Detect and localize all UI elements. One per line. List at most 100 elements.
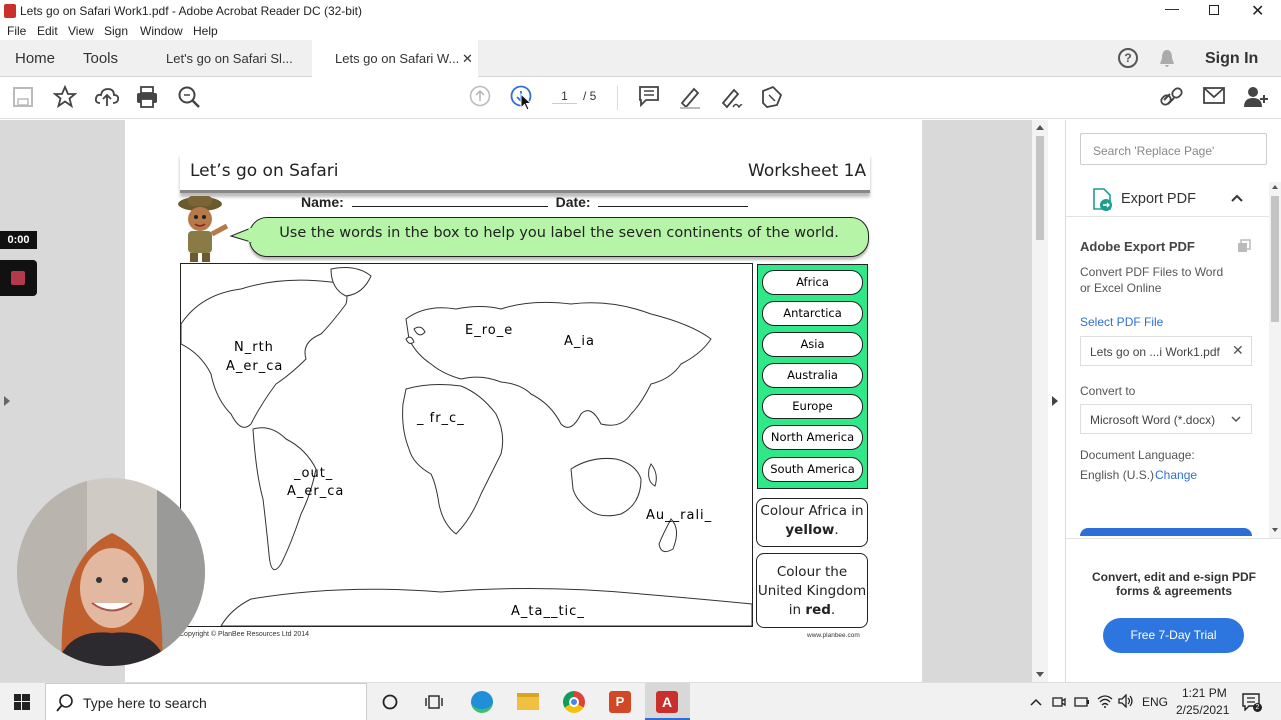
- word-europe: Europe: [762, 394, 863, 419]
- stamp-tools-icon[interactable]: [760, 85, 784, 109]
- scroll-up-icon[interactable]: [1035, 124, 1045, 131]
- label-antarctica: A_ta__tic_: [511, 604, 585, 619]
- task-uk-line1: Colour the: [776, 564, 848, 580]
- chrome-browser-icon[interactable]: [563, 691, 585, 713]
- record-stop-button[interactable]: [0, 260, 37, 296]
- tab-document-1[interactable]: Let's go on Safari Sl...: [166, 40, 293, 77]
- page-total: / 5: [583, 89, 597, 103]
- webcam-bubble[interactable]: [17, 478, 205, 666]
- edge-browser-icon[interactable]: [471, 691, 493, 713]
- label-south-america-2: A_er_ca: [287, 484, 345, 499]
- chevron-down-icon[interactable]: [1231, 416, 1241, 423]
- free-trial-button[interactable]: Free 7-Day Trial: [1103, 618, 1244, 653]
- wifi-icon[interactable]: [1097, 694, 1113, 708]
- right-panel-collapse-icon[interactable]: [1051, 395, 1059, 407]
- adobe-export-heading: Adobe Export PDF: [1080, 239, 1195, 254]
- task-africa-box: Colour Africa in yellow.: [756, 498, 868, 547]
- select-pdf-label[interactable]: Select PDF File: [1080, 315, 1163, 329]
- change-language-link[interactable]: Change: [1155, 468, 1197, 482]
- highlight-pen-icon[interactable]: [678, 85, 702, 109]
- tab-home[interactable]: Home: [15, 40, 55, 77]
- remove-file-icon[interactable]: ✕: [1232, 342, 1244, 359]
- document-scrollbar[interactable]: [1032, 120, 1048, 682]
- menu-file[interactable]: File: [7, 24, 26, 38]
- clock-time[interactable]: 1:21 PM: [1182, 686, 1227, 700]
- tab-tools[interactable]: Tools: [83, 40, 118, 77]
- bookmark-star-icon[interactable]: [53, 85, 77, 109]
- chevron-up-icon[interactable]: [1231, 194, 1243, 202]
- battery-icon[interactable]: [1074, 697, 1090, 707]
- meet-now-icon[interactable]: [1052, 695, 1066, 709]
- left-panel-toggle-icon[interactable]: [3, 395, 11, 407]
- pdf-page: Let’s go on Safari Worksheet 1A Name: Da…: [125, 120, 922, 682]
- date-label: Date:: [555, 194, 591, 210]
- copy-icon[interactable]: [1237, 239, 1251, 253]
- world-map-outline: [181, 267, 752, 626]
- clock-date[interactable]: 2/25/2021: [1176, 703, 1229, 717]
- mouse-cursor-icon: [520, 93, 532, 111]
- document-language-value: English (U.S.): [1080, 468, 1155, 482]
- website-text: www.planbee.com: [807, 632, 860, 639]
- help-icon[interactable]: ?: [1118, 48, 1138, 68]
- pane-search-input[interactable]: Search 'Replace Page': [1080, 133, 1267, 165]
- print-icon[interactable]: [135, 85, 159, 109]
- email-icon[interactable]: [1203, 87, 1225, 105]
- restore-button[interactable]: [1209, 5, 1219, 15]
- close-window-button[interactable]: ✕: [1251, 1, 1264, 21]
- minimize-button[interactable]: —: [1165, 0, 1179, 16]
- menu-sign[interactable]: Sign: [104, 24, 128, 38]
- date-field[interactable]: [598, 206, 749, 207]
- task-uk-colour: red: [805, 602, 831, 618]
- notification-badge: 2: [1253, 703, 1262, 712]
- search-icon: [56, 694, 73, 712]
- fill-sign-icon[interactable]: [719, 85, 743, 109]
- name-field[interactable]: [351, 206, 548, 207]
- instruction-text: Use the words in the box to help you lab…: [279, 225, 839, 241]
- windows-start-icon[interactable]: [14, 694, 30, 710]
- task-view-icon[interactable]: [425, 694, 443, 710]
- notification-bell-icon[interactable]: [1159, 49, 1175, 69]
- menu-window[interactable]: Window: [140, 24, 183, 38]
- input-language[interactable]: ENG: [1142, 695, 1168, 709]
- sign-in-link[interactable]: Sign In: [1205, 40, 1258, 77]
- selected-file-field[interactable]: Lets go on ...i Work1.pdf: [1080, 336, 1252, 366]
- save-icon[interactable]: [13, 87, 33, 107]
- page-number-input[interactable]: 1: [552, 89, 577, 104]
- word-antarctica: Antarctica: [762, 301, 863, 326]
- cortana-icon[interactable]: [382, 694, 398, 710]
- menu-edit[interactable]: Edit: [37, 24, 58, 38]
- menu-view[interactable]: View: [68, 24, 94, 38]
- upload-cloud-icon[interactable]: [94, 85, 120, 109]
- convert-format-value: Microsoft Word (*.docx): [1090, 413, 1216, 427]
- tab-bar: Home Tools Let's go on Safari Sl... Lets…: [0, 40, 1281, 77]
- export-pdf-title[interactable]: Export PDF: [1121, 191, 1196, 207]
- add-user-icon[interactable]: [1243, 85, 1269, 109]
- task-africa-colour: yellow: [785, 522, 835, 538]
- scrollbar-thumb[interactable]: [1036, 136, 1044, 240]
- convert-button-partial[interactable]: [1080, 528, 1252, 536]
- file-explorer-icon[interactable]: [517, 693, 539, 710]
- pane-scroll-thumb[interactable]: [1271, 196, 1279, 322]
- pane-scroll-up-icon[interactable]: [1271, 184, 1279, 190]
- show-hidden-icons[interactable]: [1030, 698, 1042, 706]
- label-asia: A_ia: [564, 334, 595, 349]
- tab-document-2[interactable]: Lets go on Safari W... ✕: [312, 40, 478, 77]
- volume-icon[interactable]: [1118, 694, 1134, 708]
- share-link-icon[interactable]: [1160, 86, 1184, 108]
- comment-icon[interactable]: [638, 85, 660, 107]
- tab-close-icon[interactable]: ✕: [462, 40, 473, 77]
- menu-help[interactable]: Help: [193, 24, 218, 38]
- stop-icon: [11, 271, 25, 285]
- label-europe: E_ro_e: [465, 323, 514, 338]
- convert-format-select[interactable]: Microsoft Word (*.docx): [1080, 404, 1252, 434]
- powerpoint-icon[interactable]: P: [609, 691, 631, 713]
- acrobat-taskbar-button[interactable]: A: [645, 683, 690, 720]
- previous-page-icon[interactable]: [469, 85, 491, 107]
- scroll-down-icon[interactable]: [1035, 671, 1045, 678]
- taskbar-search-box[interactable]: Type here to search: [45, 683, 367, 720]
- pane-scrollbar[interactable]: [1269, 182, 1281, 538]
- pane-scroll-down-icon[interactable]: [1271, 527, 1279, 533]
- toolbar: 1 / 5: [0, 77, 1281, 119]
- taskbar-search-text: Type here to search: [83, 695, 207, 711]
- zoom-search-icon[interactable]: [177, 85, 201, 109]
